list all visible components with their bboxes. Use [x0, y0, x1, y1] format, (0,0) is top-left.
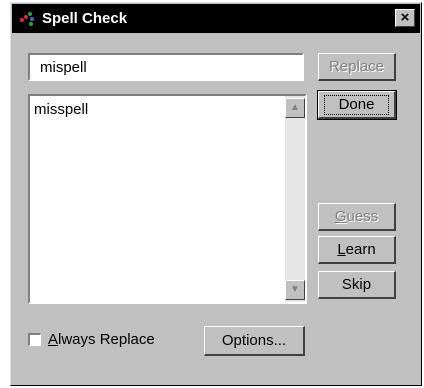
always-replace-checkbox[interactable]: [28, 333, 41, 346]
always-replace-label[interactable]: Always Replace: [48, 331, 155, 348]
title-bar: Spell Check ×: [12, 4, 420, 33]
scroll-down-arrow-icon[interactable]: ▼: [285, 280, 305, 300]
replace-button[interactable]: Replace: [318, 53, 396, 81]
always-accel-key: A: [48, 331, 59, 348]
always-replace-option[interactable]: Always Replace: [28, 331, 155, 348]
guess-accel-key: G: [334, 208, 347, 225]
always-label-rest: lways Replace: [58, 331, 155, 348]
learn-button[interactable]: Learn: [318, 236, 396, 264]
close-icon: ×: [400, 9, 410, 26]
done-button[interactable]: Done: [317, 90, 397, 120]
scroll-up-arrow-icon[interactable]: ▲: [285, 98, 305, 118]
misspelled-word-input[interactable]: mispell: [28, 53, 304, 81]
spellcheck-app-icon: [18, 9, 40, 29]
suggestions-list[interactable]: misspell ▲ ▼: [28, 94, 307, 304]
options-button[interactable]: Options...: [204, 326, 305, 356]
done-button-label: Done: [323, 95, 390, 115]
vertical-scrollbar[interactable]: ▲ ▼: [285, 96, 305, 302]
skip-button[interactable]: Skip: [318, 271, 396, 299]
close-button[interactable]: ×: [395, 9, 415, 27]
list-item[interactable]: misspell: [34, 101, 88, 118]
learn-label-rest: earn: [345, 241, 376, 258]
window-title: Spell Check: [42, 10, 128, 27]
guess-label-rest: uess: [346, 208, 379, 225]
guess-button[interactable]: Guess: [318, 203, 396, 231]
learn-accel-key: L: [337, 241, 346, 258]
spell-check-dialog: Spell Check × mispell Replace Done missp…: [10, 2, 422, 386]
